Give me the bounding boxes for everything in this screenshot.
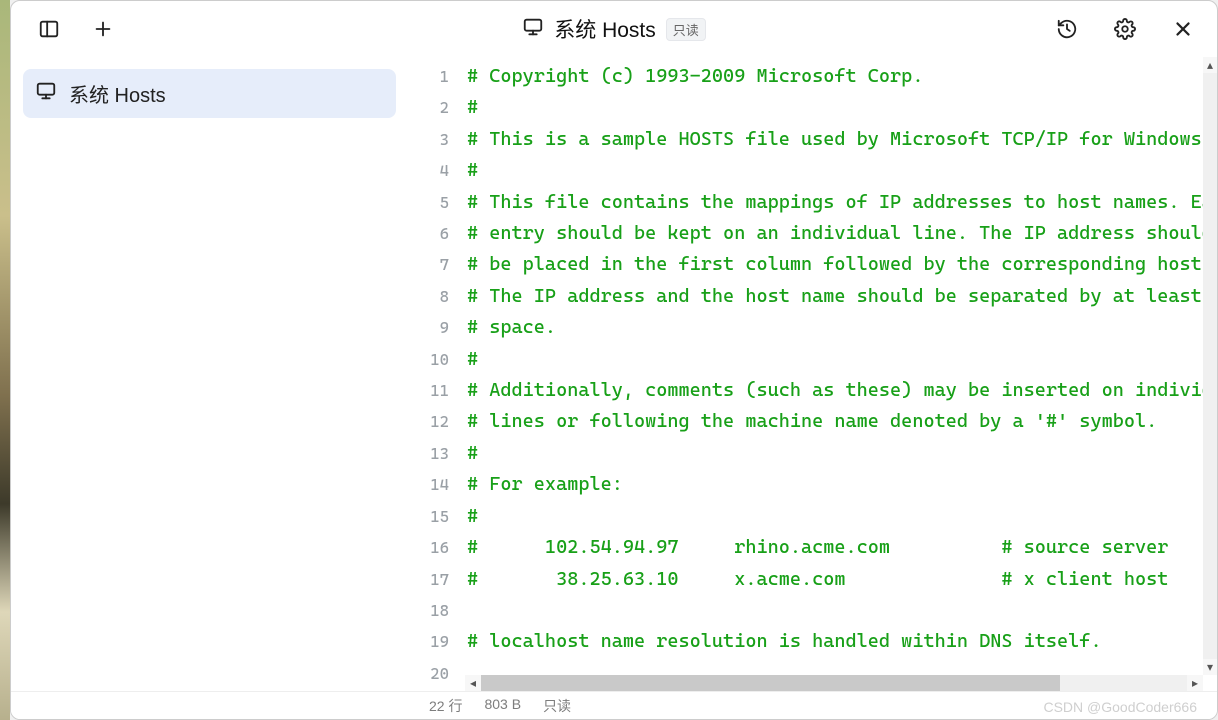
- editor-wrap: 1# Copyright (c) 1993-2009 Microsoft Cor…: [409, 57, 1217, 691]
- line-number: 10: [409, 344, 459, 375]
- status-size: 803 B: [484, 696, 521, 716]
- code-line: 15#: [409, 501, 1217, 532]
- code-line: 11# Additionally, comments (such as thes…: [409, 375, 1217, 406]
- code-line: 2#: [409, 92, 1217, 123]
- code-text: # localhost name resolution is handled w…: [459, 626, 1217, 657]
- h-scroll-thumb[interactable]: [481, 675, 1060, 691]
- sidebar-item-system-hosts[interactable]: 系统 Hosts: [23, 69, 396, 118]
- history-button[interactable]: [1049, 11, 1085, 47]
- code-text: [459, 595, 1217, 626]
- code-text: # The IP address and the host name shoul…: [459, 281, 1217, 312]
- watermark: CSDN @GoodCoder666: [1043, 699, 1197, 715]
- code-text: # Additionally, comments (such as these)…: [459, 375, 1217, 406]
- code-line: 5# This file contains the mappings of IP…: [409, 187, 1217, 218]
- code-line: 9# space.: [409, 312, 1217, 343]
- horizontal-scrollbar[interactable]: ◂ ▸: [465, 675, 1203, 691]
- plus-icon: [92, 18, 114, 40]
- code-text: # entry should be kept on an individual …: [459, 218, 1217, 249]
- code-line: 4#: [409, 155, 1217, 186]
- line-number: 3: [409, 124, 459, 155]
- code-text: #: [459, 501, 1217, 532]
- scroll-right-arrow-icon[interactable]: ▸: [1187, 675, 1203, 691]
- line-number: 20: [409, 658, 459, 689]
- monitor-icon: [35, 80, 57, 108]
- v-scroll-track[interactable]: [1203, 73, 1217, 659]
- code-line: 1# Copyright (c) 1993-2009 Microsoft Cor…: [409, 61, 1217, 92]
- line-number: 14: [409, 469, 459, 500]
- line-number: 7: [409, 249, 459, 280]
- editor-pane: 1# Copyright (c) 1993-2009 Microsoft Cor…: [409, 57, 1217, 691]
- sidebar-item-label: 系统 Hosts: [69, 79, 166, 108]
- scroll-down-arrow-icon[interactable]: ▾: [1203, 659, 1217, 675]
- code-line: 7# be placed in the first column followe…: [409, 249, 1217, 280]
- code-text: # Copyright (c) 1993-2009 Microsoft Corp…: [459, 61, 1217, 92]
- code-text: # For example:: [459, 469, 1217, 500]
- window-title: 系统 Hosts: [554, 14, 656, 44]
- code-line: 8# The IP address and the host name shou…: [409, 281, 1217, 312]
- code-text: #: [459, 438, 1217, 469]
- body: 系统 Hosts 1# Copyright (c) 1993-2009 Micr…: [11, 57, 1217, 691]
- h-scroll-track[interactable]: [481, 675, 1187, 691]
- code-line: 12# lines or following the machine name …: [409, 406, 1217, 437]
- line-number: 15: [409, 501, 459, 532]
- line-number: 5: [409, 187, 459, 218]
- line-number: 18: [409, 595, 459, 626]
- line-number: 13: [409, 438, 459, 469]
- code-text: # 102.54.94.97 rhino.acme.com # source s…: [459, 532, 1217, 563]
- line-number: 1: [409, 61, 459, 92]
- line-number: 9: [409, 312, 459, 343]
- line-number: 8: [409, 281, 459, 312]
- status-lines: 22 行: [429, 696, 462, 716]
- gear-icon: [1114, 18, 1136, 40]
- code-text: # be placed in the first column followed…: [459, 249, 1217, 280]
- toggle-sidebar-button[interactable]: [31, 11, 67, 47]
- line-number: 16: [409, 532, 459, 563]
- monitor-icon: [522, 16, 544, 43]
- line-number: 2: [409, 92, 459, 123]
- code-text: #: [459, 344, 1217, 375]
- line-number: 19: [409, 626, 459, 657]
- editor[interactable]: 1# Copyright (c) 1993-2009 Microsoft Cor…: [409, 57, 1217, 691]
- line-number: 6: [409, 218, 459, 249]
- status-mode: 只读: [543, 696, 571, 716]
- code-line: 18: [409, 595, 1217, 626]
- line-number: 4: [409, 155, 459, 186]
- scroll-up-arrow-icon[interactable]: ▴: [1203, 57, 1217, 73]
- code-line: 13#: [409, 438, 1217, 469]
- close-icon: [1172, 18, 1194, 40]
- code-text: # space.: [459, 312, 1217, 343]
- code-line: 10#: [409, 344, 1217, 375]
- vertical-scrollbar[interactable]: ▴ ▾: [1203, 57, 1217, 675]
- code-line: 17# 38.25.63.10 x.acme.com # x client ho…: [409, 564, 1217, 595]
- history-icon: [1056, 18, 1078, 40]
- line-number: 12: [409, 406, 459, 437]
- code-line: 3# This is a sample HOSTS file used by M…: [409, 124, 1217, 155]
- code-line: 16# 102.54.94.97 rhino.acme.com # source…: [409, 532, 1217, 563]
- code-text: #: [459, 92, 1217, 123]
- code-text: # This file contains the mappings of IP …: [459, 187, 1217, 218]
- statusbar: 22 行 803 B 只读 CSDN @GoodCoder666: [11, 691, 1217, 719]
- code-text: # lines or following the machine name de…: [459, 406, 1217, 437]
- panel-left-icon: [38, 18, 60, 40]
- app-window: 系统 Hosts 只读: [10, 0, 1218, 720]
- line-number: 17: [409, 564, 459, 595]
- titlebar: 系统 Hosts 只读: [11, 1, 1217, 57]
- add-button[interactable]: [85, 11, 121, 47]
- close-button[interactable]: [1165, 11, 1201, 47]
- code-text: # 38.25.63.10 x.acme.com # x client host: [459, 564, 1217, 595]
- settings-button[interactable]: [1107, 11, 1143, 47]
- code-line: 14# For example:: [409, 469, 1217, 500]
- sidebar: 系统 Hosts: [11, 57, 409, 691]
- desktop-background-strip: [0, 0, 10, 720]
- code-line: 6# entry should be kept on an individual…: [409, 218, 1217, 249]
- code-text: # This is a sample HOSTS file used by Mi…: [459, 124, 1217, 155]
- line-number: 11: [409, 375, 459, 406]
- code-line: 19# localhost name resolution is handled…: [409, 626, 1217, 657]
- scroll-left-arrow-icon[interactable]: ◂: [465, 675, 481, 691]
- code-text: #: [459, 155, 1217, 186]
- readonly-badge: 只读: [666, 18, 706, 41]
